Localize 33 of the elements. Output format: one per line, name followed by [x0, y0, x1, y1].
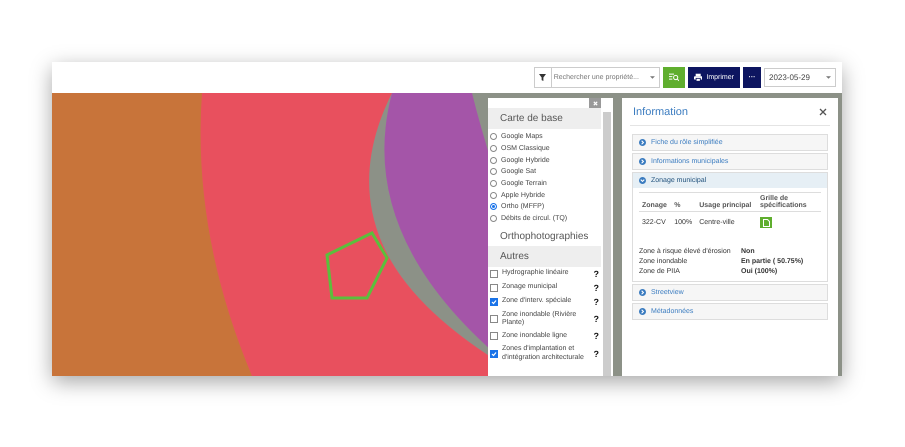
scrollbar[interactable] — [603, 112, 611, 376]
close-button[interactable] — [589, 98, 601, 108]
filter-icon — [539, 74, 546, 81]
help-link[interactable]: ? — [594, 282, 599, 292]
chevron-circle-icon — [639, 177, 646, 184]
chevron-circle-icon — [639, 288, 646, 296]
checkbox[interactable] — [490, 350, 498, 358]
help-link[interactable]: ? — [594, 348, 599, 359]
help-link[interactable]: ? — [594, 268, 599, 278]
chevron-circle-icon — [639, 158, 646, 165]
chevron-circle-icon — [639, 139, 646, 146]
chevron-circle-icon — [639, 308, 646, 314]
printer-icon — [694, 73, 702, 82]
checkbox[interactable] — [490, 284, 498, 292]
search-list-button[interactable] — [663, 67, 685, 88]
help-link[interactable]: ? — [594, 314, 599, 324]
list-search-icon — [669, 73, 679, 82]
checkbox[interactable] — [490, 298, 498, 306]
section-header[interactable]: Autres — [488, 246, 601, 266]
panel-title: Information — [632, 106, 688, 118]
close-icon[interactable] — [819, 108, 827, 116]
section-header[interactable]: Carte de base — [488, 108, 601, 129]
document-icon[interactable] — [760, 217, 772, 228]
section-header[interactable]: Orthophotographies — [488, 226, 601, 246]
checkbox[interactable] — [490, 332, 498, 340]
help-link[interactable]: ? — [594, 296, 599, 306]
checkbox[interactable] — [490, 270, 498, 278]
date-select[interactable]: 2023-05-29 — [764, 68, 836, 87]
help-link[interactable]: ? — [594, 331, 599, 342]
caret-icon — [650, 76, 655, 79]
close-icon — [592, 100, 598, 106]
checkbox[interactable] — [490, 314, 498, 323]
caret-icon — [826, 76, 831, 79]
